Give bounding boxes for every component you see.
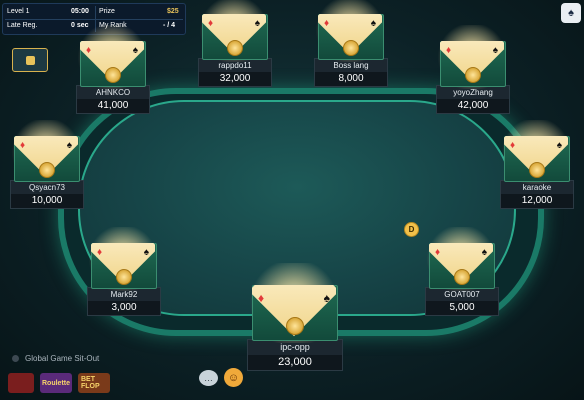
envelope-card: ♦ ♠ [4, 120, 88, 184]
bet-flop-game-button[interactable]: BET FLOP [78, 373, 110, 393]
sit-out-label: Global Game Sit-Out [25, 354, 100, 363]
envelope-card: ♦ ♠ [192, 0, 276, 62]
level-label: Level 1 [7, 8, 30, 15]
menu-button[interactable] [12, 48, 48, 72]
mini-game-button[interactable] [8, 373, 34, 393]
prize-label: Prize [99, 8, 115, 15]
level-timer: 05:00 [71, 8, 89, 15]
spade-icon: ♠ [556, 140, 562, 151]
my-rank-value: - / 4 [163, 22, 176, 29]
player-stack: 3,000 [88, 301, 160, 315]
player-stack: 23,000 [248, 355, 342, 370]
diamond-icon: ♦ [510, 140, 516, 151]
seal-icon [227, 40, 243, 56]
divider [5, 19, 183, 20]
spade-icon: ♠ [481, 247, 487, 258]
diamond-icon: ♦ [20, 140, 26, 151]
player-seat[interactable]: ♦ ♠ rappdo11 32,000 [192, 0, 276, 87]
seal-icon [454, 269, 470, 285]
player-stack: 12,000 [501, 194, 573, 208]
emoji-button[interactable]: ☺ [224, 368, 243, 387]
spade-icon: ♠ [254, 18, 260, 29]
spade-icon: ♠ [132, 45, 138, 56]
envelope-card: ♦ ♠ [419, 227, 503, 291]
player-nameplate: Mark92 3,000 [87, 287, 161, 316]
player-stack: 41,000 [77, 99, 149, 113]
player-stack: 5,000 [426, 301, 498, 315]
player-stack: 42,000 [437, 99, 509, 113]
diamond-icon: ♦ [446, 45, 452, 56]
player-stack: 32,000 [199, 72, 271, 86]
player-seat[interactable]: ♦ ♠ Qsyacn73 10,000 [4, 120, 88, 209]
envelope-card: ♦ ♠ [239, 263, 349, 343]
mini-games-bar: Roulette BET FLOP [8, 373, 110, 393]
player-seat[interactable]: ♦ ♠ Boss lang 8,000 [308, 0, 392, 87]
envelope-card: ♦ ♠ [81, 227, 165, 291]
menu-icon [25, 55, 35, 65]
late-reg-label: Late Reg. [7, 22, 38, 29]
diamond-icon: ♦ [97, 247, 103, 258]
player-seat[interactable]: ♦ ♠ Mark92 3,000 [81, 227, 165, 316]
envelope-card: ♦ ♠ [308, 0, 392, 62]
player-seat[interactable]: ♦ ♠ karaoke 12,000 [494, 120, 578, 209]
envelope-card: ♦ ♠ [70, 25, 154, 89]
spade-icon: ♠ [66, 140, 72, 151]
mini-game-label: BET FLOP [81, 376, 100, 390]
seal-icon [116, 269, 132, 285]
roulette-game-button[interactable]: Roulette [40, 373, 72, 393]
diamond-icon: ♦ [258, 291, 265, 305]
seal-icon [465, 67, 481, 83]
mini-game-label: Roulette [42, 379, 70, 387]
prize-value: $25 [167, 8, 179, 15]
spade-icon: ♠ [143, 247, 149, 258]
player-nameplate: rappdo11 32,000 [198, 58, 272, 87]
seal-icon [286, 317, 304, 335]
chat-button[interactable]: … [199, 370, 218, 386]
player-nameplate: Boss lang 8,000 [314, 58, 388, 87]
envelope-card: ♦ ♠ [430, 25, 514, 89]
emoji-icon: ☺ [227, 371, 240, 384]
player-seat[interactable]: ♦ ♠ GOAT007 5,000 [419, 227, 503, 316]
card-deck-button[interactable]: ♠ [561, 3, 581, 23]
player-seat[interactable]: ♦ ♠ yoyoZhang 42,000 [430, 25, 514, 114]
toggle-dot-icon [12, 355, 19, 362]
seal-icon [105, 67, 121, 83]
player-stack: 10,000 [11, 194, 83, 208]
hero-seat[interactable]: ♦ ♠ ipc-opp 23,000 [239, 263, 349, 371]
player-seat[interactable]: ♦ ♠ AHNKCO 41,000 [70, 25, 154, 114]
envelope-card: ♦ ♠ [494, 120, 578, 184]
spade-icon: ♠ [323, 291, 330, 305]
seal-icon [529, 162, 545, 178]
dealer-button: D [404, 222, 419, 237]
diamond-icon: ♦ [208, 18, 214, 29]
player-nameplate: GOAT007 5,000 [425, 287, 499, 316]
spade-icon: ♠ [492, 45, 498, 56]
spade-icon: ♠ [370, 18, 376, 29]
player-nameplate: Qsyacn73 10,000 [10, 180, 84, 209]
diamond-icon: ♦ [435, 247, 441, 258]
chat-icon: … [204, 373, 213, 383]
seal-icon [343, 40, 359, 56]
player-nameplate: karaoke 12,000 [500, 180, 574, 209]
player-nameplate: yoyoZhang 42,000 [436, 85, 510, 114]
diamond-icon: ♦ [86, 45, 92, 56]
player-nameplate: ipc-opp 23,000 [247, 339, 343, 371]
player-nameplate: AHNKCO 41,000 [76, 85, 150, 114]
player-stack: 8,000 [315, 72, 387, 86]
global-sit-out-toggle[interactable]: Global Game Sit-Out [12, 354, 99, 363]
card-deck-icon: ♠ [568, 7, 574, 19]
diamond-icon: ♦ [324, 18, 330, 29]
seal-icon [39, 162, 55, 178]
